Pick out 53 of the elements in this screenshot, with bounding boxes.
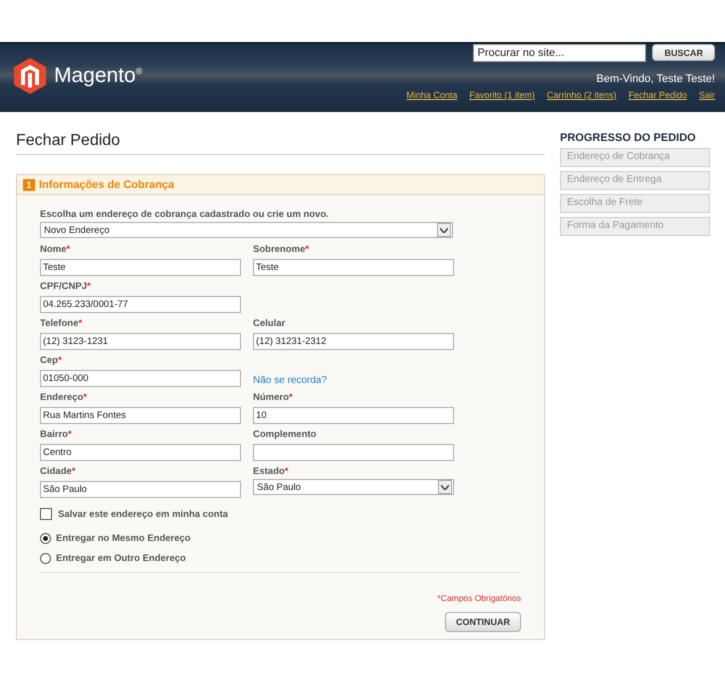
header-link[interactable]: Favorito (1 item) (469, 90, 535, 100)
progress-title: PROGRESSO DO PEDIDO (560, 132, 697, 144)
continue-button[interactable]: CONTINUAR (445, 612, 521, 632)
input-field[interactable]: 01050-000 (40, 370, 241, 387)
input-field[interactable]: São Paulo (40, 481, 241, 498)
input-field[interactable]: Centro (40, 444, 241, 461)
progress-step: Endereço de Entrega (560, 171, 710, 190)
field-label: Endereço* (40, 392, 88, 403)
radio-label: Entregar no Mesmo Endereço (56, 533, 191, 544)
checkbox[interactable] (40, 508, 52, 520)
required-note: *Campos Obrigatórios (437, 593, 521, 603)
welcome-text: Bem-Vindo, Teste Teste! (596, 73, 715, 85)
field-label: Nome* (40, 244, 72, 255)
input-field[interactable] (253, 444, 454, 461)
search-field[interactable]: Procurar no site... (473, 44, 646, 62)
radio-button[interactable] (40, 553, 51, 564)
logo-text: Magento$^{®}$ (54, 64, 142, 88)
step-number: 1 (23, 178, 35, 190)
logo-icon (14, 58, 46, 94)
state-select[interactable]: São Paulo (253, 479, 454, 495)
forgot-zip-link[interactable]: Não se recorda? (253, 375, 327, 386)
field-label: Complemento (253, 429, 318, 440)
field-label: Celular (253, 318, 286, 329)
field-label: Bairro* (40, 429, 73, 440)
input-field[interactable]: Teste (40, 259, 241, 276)
input-field[interactable]: (12) 3123-1231 (40, 333, 241, 350)
search-button[interactable]: BUSCAR (652, 44, 715, 61)
input-field[interactable]: Rua Martins Fontes (40, 407, 241, 424)
checkbox-label: Salvar este endereço em minha conta (58, 508, 228, 520)
field-label: Estado* (253, 466, 290, 477)
input-field[interactable]: (12) 31231-2312 (253, 333, 454, 350)
input-field[interactable]: Teste (253, 259, 454, 276)
radio-label: Entregar em Outro Endereço (56, 553, 186, 564)
field-label: Sobrenome* (253, 244, 310, 255)
progress-step: Escolha de Frete (560, 194, 710, 213)
field-label: Cidade* (40, 466, 76, 477)
field-label: Telefone* (40, 318, 84, 329)
field-label: Escolha um endereço de cobrança cadastrado ou crie um novo. (40, 209, 330, 220)
progress-step: Endereço de Cobrança (560, 148, 710, 167)
field-label: Número* (253, 392, 294, 403)
input-field[interactable]: 04.265.233/0001-77 (40, 296, 241, 313)
header-link[interactable]: Sair (698, 90, 715, 100)
header-link[interactable]: Minha Conta (406, 90, 458, 100)
field-label: Cep* (40, 355, 63, 366)
section-title: Informações de Cobrança (39, 178, 174, 190)
progress-step: Forma da Pagamento (560, 217, 710, 236)
header-link[interactable]: Carrinho (2 itens) (546, 90, 616, 100)
page-title: Fechar Pedido (16, 132, 545, 155)
header-link[interactable]: Fechar Pedido (628, 90, 687, 100)
field-label: CPF/CNPJ* (40, 281, 92, 292)
address-select[interactable]: Novo Endereço (40, 222, 453, 238)
input-field[interactable]: 10 (253, 407, 454, 424)
radio-button[interactable] (40, 533, 51, 544)
